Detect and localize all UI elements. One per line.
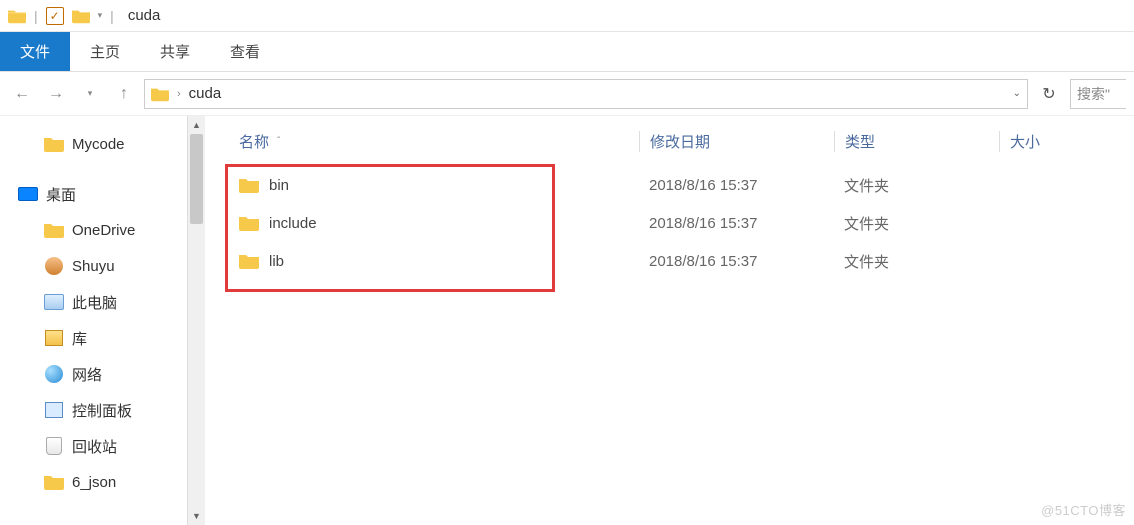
- desktop-icon: [18, 184, 38, 204]
- sidebar-item-desktop[interactable]: 桌面: [0, 176, 187, 212]
- sidebar-item-onedrive[interactable]: OneDrive: [0, 212, 187, 248]
- user-icon: [44, 256, 64, 276]
- sidebar-item-6json[interactable]: 6_json: [0, 464, 187, 500]
- column-header-name[interactable]: 名称 ˆ: [239, 131, 639, 152]
- sidebar-item-label: 库: [72, 328, 87, 349]
- back-button[interactable]: ←: [8, 80, 36, 108]
- folder-icon: [44, 134, 64, 154]
- sidebar-item-label: Shuyu: [72, 258, 115, 275]
- sidebar-item-label: 回收站: [72, 436, 117, 457]
- column-header-date[interactable]: 修改日期: [639, 131, 834, 152]
- window-title: cuda: [128, 7, 161, 24]
- scroll-up-icon[interactable]: ▲: [188, 116, 205, 134]
- column-header-size[interactable]: 大小: [999, 131, 1040, 152]
- folder-icon: [239, 251, 259, 271]
- file-date: 2018/8/16 15:37: [639, 253, 834, 270]
- file-row[interactable]: bin 2018/8/16 15:37 文件夹: [205, 166, 1134, 204]
- sidebar-scrollbar[interactable]: ▲ ▼: [187, 116, 205, 525]
- forward-button[interactable]: →: [42, 80, 70, 108]
- tab-file[interactable]: 文件: [0, 32, 70, 71]
- scroll-thumb[interactable]: [190, 134, 203, 224]
- sidebar-item-control-panel[interactable]: 控制面板: [0, 392, 187, 428]
- separator: |: [34, 8, 38, 24]
- refresh-button[interactable]: ↻: [1034, 79, 1064, 109]
- tab-view[interactable]: 查看: [210, 32, 280, 71]
- ribbon: 文件 主页 共享 查看: [0, 32, 1134, 72]
- sidebar-item-recycle-bin[interactable]: 回收站: [0, 428, 187, 464]
- navbar: ← → ▾ ↑ › cuda ⌄ ↻ 搜索": [0, 72, 1134, 116]
- nav-tree: Mycode 桌面 OneDrive Shuyu 此电脑 库: [0, 116, 187, 525]
- file-date: 2018/8/16 15:37: [639, 177, 834, 194]
- sidebar-item-libraries[interactable]: 库: [0, 320, 187, 356]
- column-header-label: 名称: [239, 131, 269, 152]
- folder-icon: [239, 175, 259, 195]
- network-icon: [44, 364, 64, 384]
- file-name: include: [269, 215, 317, 232]
- library-icon: [44, 328, 64, 348]
- sidebar: Mycode 桌面 OneDrive Shuyu 此电脑 库: [0, 116, 205, 525]
- qat-dropdown-icon[interactable]: ▾: [98, 10, 103, 21]
- file-name: bin: [269, 177, 289, 194]
- sort-asc-icon: ˆ: [277, 136, 280, 147]
- file-date: 2018/8/16 15:37: [639, 215, 834, 232]
- sidebar-item-mycode[interactable]: Mycode: [0, 126, 187, 162]
- file-name: lib: [269, 253, 284, 270]
- separator: |: [110, 8, 114, 24]
- folder-icon: [44, 220, 64, 240]
- file-type: 文件夹: [834, 175, 999, 196]
- breadcrumb-current[interactable]: cuda: [189, 85, 222, 102]
- sidebar-item-label: 6_json: [72, 474, 116, 491]
- column-header-type[interactable]: 类型: [834, 131, 999, 152]
- search-input[interactable]: 搜索": [1070, 79, 1126, 109]
- sidebar-item-this-pc[interactable]: 此电脑: [0, 284, 187, 320]
- sidebar-item-label: 网络: [72, 364, 102, 385]
- history-dropdown-icon[interactable]: ▾: [76, 80, 104, 108]
- sidebar-item-network[interactable]: 网络: [0, 356, 187, 392]
- pc-icon: [44, 292, 64, 312]
- titlebar: | ✓ ▾ | cuda: [0, 0, 1134, 32]
- address-dropdown-icon[interactable]: ⌄: [1013, 88, 1021, 99]
- folder-icon: [239, 213, 259, 233]
- watermark: @51CTO博客: [1041, 500, 1126, 519]
- sidebar-item-label: 此电脑: [72, 292, 117, 313]
- file-type: 文件夹: [834, 251, 999, 272]
- up-button[interactable]: ↑: [110, 80, 138, 108]
- scroll-down-icon[interactable]: ▼: [188, 507, 205, 525]
- tab-share[interactable]: 共享: [140, 32, 210, 71]
- sidebar-item-label: OneDrive: [72, 222, 135, 239]
- file-row[interactable]: include 2018/8/16 15:37 文件夹: [205, 204, 1134, 242]
- main-split: Mycode 桌面 OneDrive Shuyu 此电脑 库: [0, 116, 1134, 525]
- tab-home[interactable]: 主页: [70, 32, 140, 71]
- control-panel-icon: [44, 400, 64, 420]
- folder-icon: [44, 472, 64, 492]
- file-rows: bin 2018/8/16 15:37 文件夹 include 2018/8/1…: [205, 166, 1134, 280]
- sidebar-item-shuyu[interactable]: Shuyu: [0, 248, 187, 284]
- folder-icon: [8, 7, 26, 25]
- recycle-bin-icon: [44, 436, 64, 456]
- sidebar-item-label: 桌面: [46, 184, 76, 205]
- sidebar-item-label: Mycode: [72, 136, 125, 153]
- sidebar-item-label: 控制面板: [72, 400, 132, 421]
- column-headers: 名称 ˆ 修改日期 类型 大小: [205, 126, 1134, 156]
- address-bar[interactable]: › cuda ⌄: [144, 79, 1028, 109]
- qat-properties-icon[interactable]: ✓: [46, 7, 64, 25]
- file-type: 文件夹: [834, 213, 999, 234]
- file-row[interactable]: lib 2018/8/16 15:37 文件夹: [205, 242, 1134, 280]
- folder-icon: [151, 85, 169, 103]
- content-pane: 名称 ˆ 修改日期 类型 大小 bin 2018/8/16 15:37 文件夹 …: [205, 116, 1134, 525]
- qat-folder-icon[interactable]: [72, 7, 90, 25]
- chevron-right-icon[interactable]: ›: [177, 88, 181, 100]
